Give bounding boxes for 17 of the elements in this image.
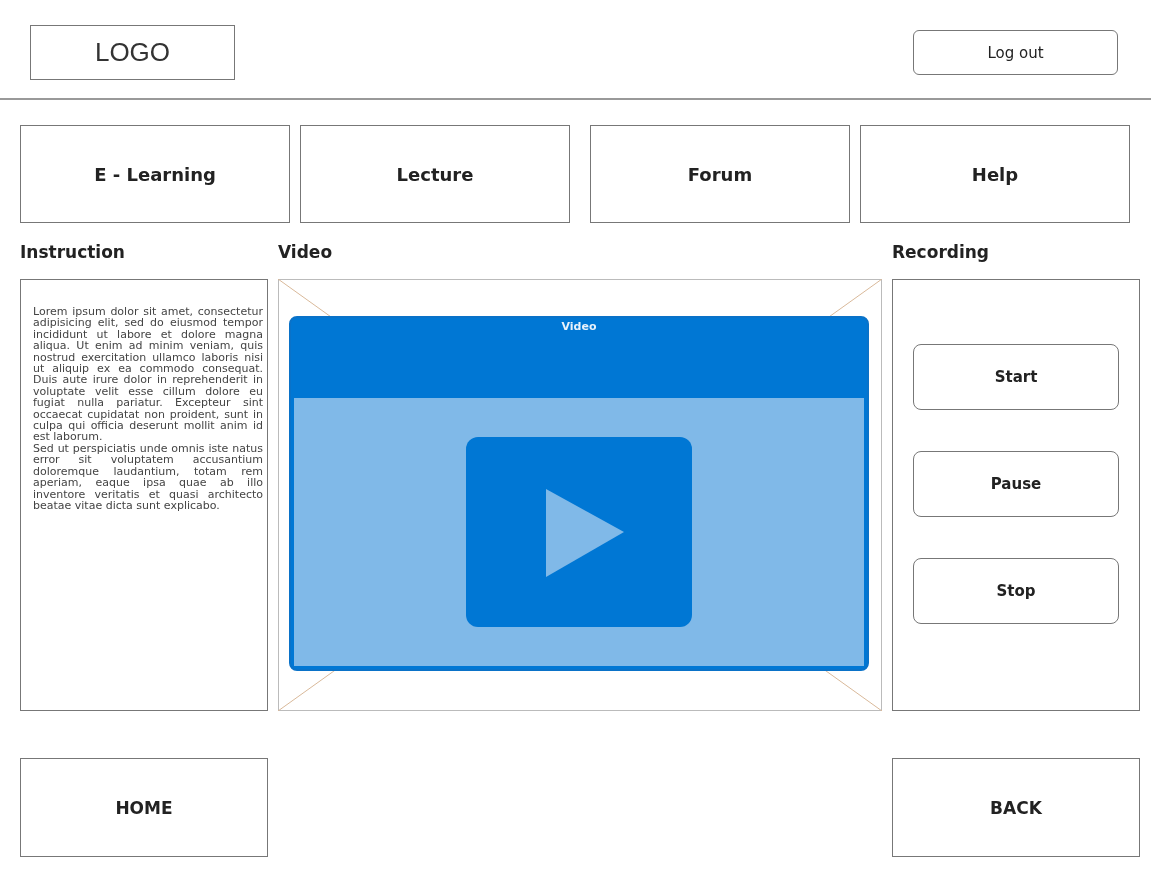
nav-tab[interactable]: Help (860, 125, 1130, 223)
recording-button[interactable]: Stop (913, 558, 1119, 624)
logout-button[interactable]: Log out (913, 30, 1118, 75)
logo: LOGO (30, 25, 235, 80)
nav-tab[interactable]: Lecture (300, 125, 570, 223)
section-heading: Video (278, 241, 334, 264)
nav-tab[interactable]: Forum (590, 125, 850, 223)
recording-button[interactable]: Start (913, 344, 1119, 410)
instruction-text: Lorem ipsum dolor sit amet, consectetur adipisicing elit, sed do eiusmod tempor incididunt ut labore et dolore magna aliqua. Ut enim ad minim veniam, quis nostrud exercitation ullamco laboris nisi ut aliquip ex ea commodo consequat. Duis aute irure dolor in reprehenderit in voluptate velit esse cillum dolore eu fugiat nulla pariatur. Excepteur sint occaecat cupidatat non proident, sunt in culpa qui officia deserunt mollit anim id est laborum. Sed ut perspiciatis unde omnis iste natus error sit voluptatem accusantium doloremque laudantium, totam rem aperiam, eaque ipsa quae ab illo inventore veritatis et quasi architecto beatae vitae dicta sunt explicabo. (20, 279, 268, 711)
nav-tab[interactable]: E - Learning (20, 125, 290, 223)
home-button[interactable]: HOME (20, 758, 268, 857)
section-heading: Instruction (20, 241, 126, 264)
play-icon[interactable] (466, 437, 692, 627)
player-title: Video (561, 320, 597, 333)
recording-button[interactable]: Pause (913, 451, 1119, 517)
section-heading: Recording (892, 241, 991, 264)
back-button[interactable]: BACK (892, 758, 1140, 857)
